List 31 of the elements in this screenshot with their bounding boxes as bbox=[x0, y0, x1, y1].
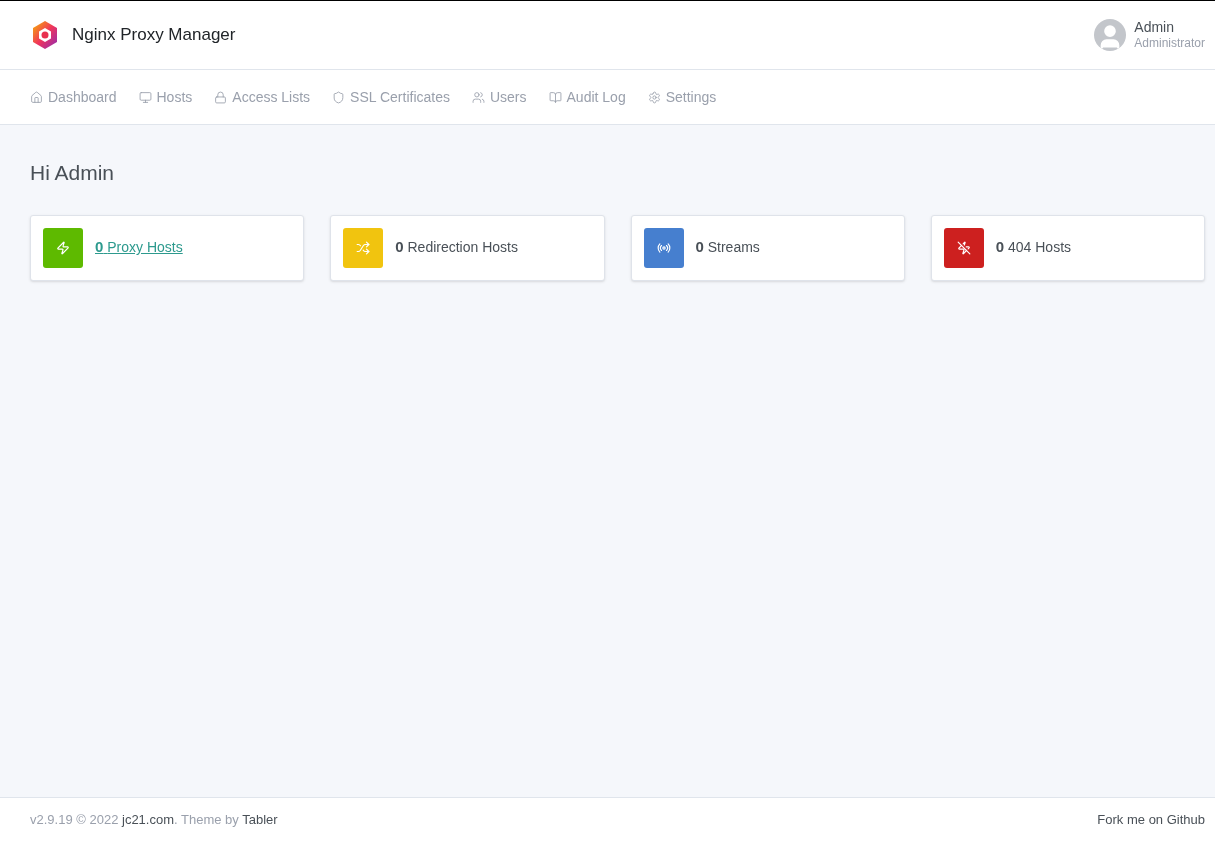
stat-link[interactable]: 0 Redirection Hosts bbox=[395, 236, 518, 259]
shuffle-icon bbox=[356, 240, 371, 255]
nav-link[interactable]: Dashboard bbox=[30, 86, 117, 108]
broadcast-icon bbox=[656, 240, 671, 255]
shield-icon bbox=[332, 90, 346, 104]
hexagon-logo-icon bbox=[30, 20, 60, 50]
theme-link[interactable]: Tabler bbox=[242, 811, 278, 827]
nav-link[interactable]: Users bbox=[471, 86, 527, 108]
stat-link[interactable]: 0 Proxy Hosts bbox=[95, 236, 183, 259]
nav-link[interactable]: SSL Certificates bbox=[332, 86, 450, 108]
greeting: Hi Admin bbox=[30, 160, 116, 186]
book-icon bbox=[548, 90, 562, 104]
home-icon bbox=[30, 90, 43, 104]
settings-icon bbox=[647, 90, 661, 104]
app-title: Nginx Proxy Manager bbox=[72, 24, 236, 47]
lightning-icon bbox=[56, 240, 70, 255]
github-link[interactable]: Fork me on Github bbox=[1097, 809, 1205, 830]
users-icon bbox=[471, 90, 485, 104]
nav-link[interactable]: Hosts bbox=[138, 86, 193, 108]
lock-icon bbox=[214, 90, 228, 104]
nav-link[interactable]: Settings bbox=[647, 86, 717, 108]
user-role: Administrator bbox=[1134, 36, 1205, 52]
monitor-icon bbox=[138, 90, 152, 104]
stat-link[interactable]: 0 Streams bbox=[695, 236, 760, 259]
nav-link[interactable]: Audit Log bbox=[548, 86, 626, 108]
avatar[interactable] bbox=[1094, 19, 1127, 51]
lightning-off-icon bbox=[956, 240, 971, 255]
nav-link[interactable]: Access Lists bbox=[214, 86, 311, 108]
footer-text: v2.9.19 © 2022 jc21.com. Theme by Tabler bbox=[30, 810, 278, 829]
stat-link[interactable]: 0 404 Hosts bbox=[995, 236, 1072, 259]
user-name: Admin bbox=[1134, 18, 1175, 37]
